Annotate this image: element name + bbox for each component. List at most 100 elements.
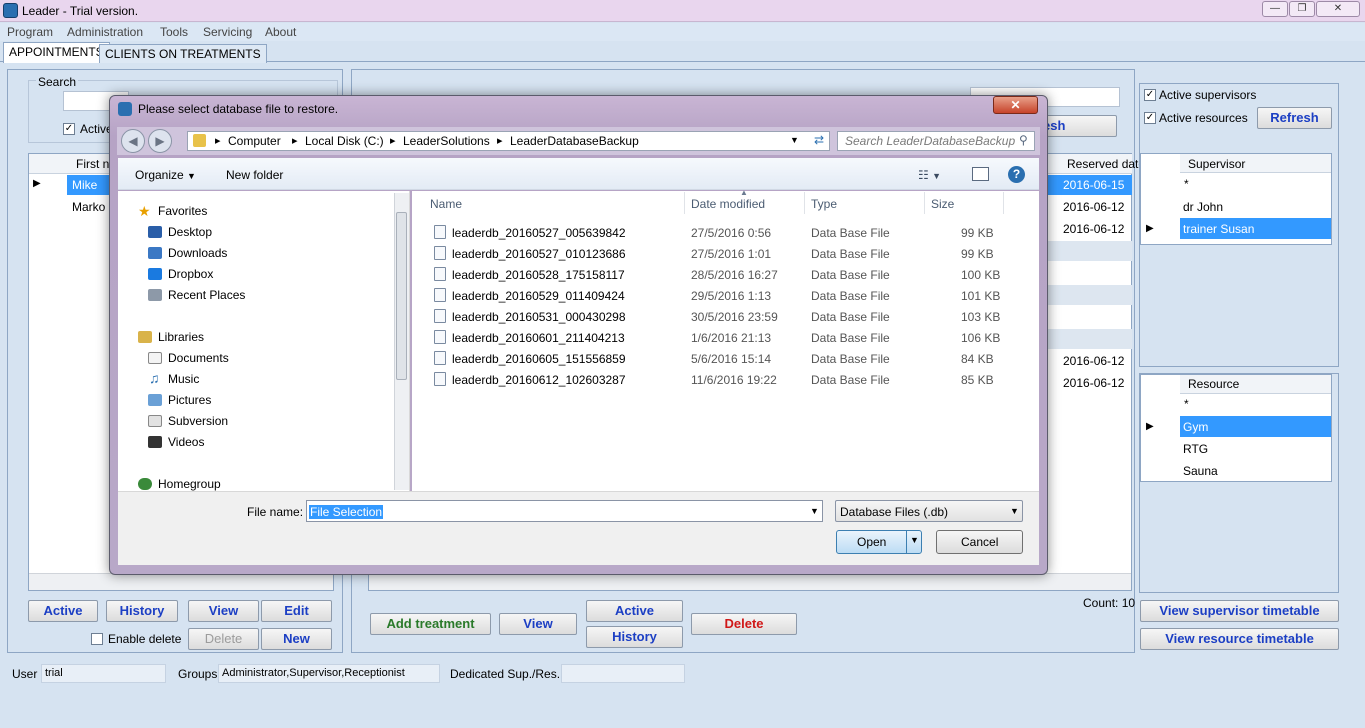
forward-button[interactable]: ▶ bbox=[148, 129, 172, 153]
column-supervisor[interactable]: Supervisor bbox=[1188, 157, 1245, 171]
nav-videos[interactable]: Videos bbox=[168, 435, 204, 449]
reserved-date[interactable]: 2016-06-15 bbox=[1063, 178, 1124, 192]
breadcrumb-leadersolutions[interactable]: LeaderSolutions bbox=[403, 134, 490, 148]
reserved-date[interactable]: 2016-06-12 bbox=[1063, 376, 1124, 390]
new-folder-button[interactable]: New folder bbox=[226, 168, 283, 182]
file-type[interactable]: Data Base File bbox=[811, 226, 890, 240]
file-name-value[interactable]: File Selection bbox=[309, 505, 384, 519]
address-bar[interactable] bbox=[187, 131, 830, 151]
view-supervisor-timetable-button[interactable]: View supervisor timetable bbox=[1140, 600, 1339, 622]
file-date-modified[interactable]: 28/5/2016 16:27 bbox=[691, 268, 778, 282]
column-resource[interactable]: Resource bbox=[1188, 377, 1239, 391]
file-type[interactable]: Data Base File bbox=[811, 310, 890, 324]
nav-music[interactable]: Music bbox=[168, 372, 199, 386]
address-dropdown-icon[interactable]: ▼ bbox=[790, 135, 799, 145]
tab-clients-on-treatments[interactable]: CLIENTS ON TREATMENTS bbox=[99, 44, 267, 63]
file-date-modified[interactable]: 27/5/2016 1:01 bbox=[691, 247, 771, 261]
client-new-button[interactable]: New bbox=[261, 628, 332, 650]
horizontal-scrollbar[interactable] bbox=[29, 573, 333, 590]
nav-libraries[interactable]: Libraries bbox=[158, 330, 204, 344]
resource-item[interactable]: Gym bbox=[1183, 420, 1208, 434]
file-date-modified[interactable]: 1/6/2016 21:13 bbox=[691, 331, 771, 345]
supervisor-item[interactable]: dr John bbox=[1183, 200, 1223, 214]
active-resources-checkbox[interactable]: ✓ bbox=[1144, 112, 1156, 124]
file-date-modified[interactable]: 11/6/2016 19:22 bbox=[691, 373, 777, 387]
file-size[interactable]: 84 KB bbox=[961, 352, 994, 366]
file-date-modified[interactable]: 30/5/2016 23:59 bbox=[691, 310, 778, 324]
client-view-button[interactable]: View bbox=[188, 600, 259, 622]
nav-downloads[interactable]: Downloads bbox=[168, 246, 227, 260]
file-date-modified[interactable]: 29/5/2016 1:13 bbox=[691, 289, 771, 303]
file-type-dropdown-icon[interactable]: ▼ bbox=[1010, 506, 1019, 516]
organize-button[interactable]: Organize ▼ bbox=[135, 168, 196, 182]
preview-pane-icon[interactable] bbox=[972, 167, 989, 181]
table-row[interactable] bbox=[1048, 329, 1132, 349]
file-name[interactable]: leaderdb_20160601_211404213 bbox=[452, 331, 625, 345]
table-row[interactable] bbox=[1048, 241, 1132, 261]
nav-desktop[interactable]: Desktop bbox=[168, 225, 212, 239]
resource-item[interactable]: Sauna bbox=[1183, 464, 1218, 478]
file-name[interactable]: leaderdb_20160529_011409424 bbox=[452, 289, 625, 303]
file-type[interactable]: Data Base File bbox=[811, 352, 890, 366]
view-resource-timetable-button[interactable]: View resource timetable bbox=[1140, 628, 1339, 650]
nav-pictures[interactable]: Pictures bbox=[168, 393, 211, 407]
file-type[interactable]: Data Base File bbox=[811, 331, 890, 345]
breadcrumb-leaderdatabasebackup[interactable]: LeaderDatabaseBackup bbox=[510, 134, 639, 148]
reserved-date[interactable]: 2016-06-12 bbox=[1063, 354, 1124, 368]
file-size[interactable]: 106 KB bbox=[961, 331, 1000, 345]
file-size[interactable]: 103 KB bbox=[961, 310, 1000, 324]
search-icon[interactable]: ⚲ bbox=[1019, 133, 1028, 147]
menu-tools[interactable]: Tools bbox=[160, 25, 188, 39]
help-icon[interactable]: ? bbox=[1008, 166, 1025, 183]
file-type[interactable]: Data Base File bbox=[811, 247, 890, 261]
close-button[interactable]: ✕ bbox=[1316, 1, 1360, 17]
active-supervisors-checkbox[interactable]: ✓ bbox=[1144, 89, 1156, 101]
client-name[interactable]: Mike bbox=[72, 178, 97, 192]
file-type[interactable]: Data Base File bbox=[811, 289, 890, 303]
file-size[interactable]: 101 KB bbox=[961, 289, 1000, 303]
file-name[interactable]: leaderdb_20160527_005639842 bbox=[452, 226, 626, 240]
resource-item[interactable]: RTG bbox=[1183, 442, 1208, 456]
back-button[interactable]: ◀ bbox=[121, 129, 145, 153]
nav-scrollbar-thumb[interactable] bbox=[396, 212, 407, 380]
menu-servicing[interactable]: Servicing bbox=[203, 25, 252, 39]
file-type[interactable]: Data Base File bbox=[811, 373, 890, 387]
file-name[interactable]: leaderdb_20160605_151556859 bbox=[452, 352, 626, 366]
file-name[interactable]: leaderdb_20160612_102603287 bbox=[452, 373, 626, 387]
open-dropdown-icon[interactable]: ▼ bbox=[910, 535, 919, 545]
client-edit-button[interactable]: Edit bbox=[261, 600, 332, 622]
file-name-input[interactable] bbox=[306, 500, 823, 522]
dialog-close-button[interactable]: ✕ bbox=[993, 96, 1038, 114]
file-name[interactable]: leaderdb_20160528_175158117 bbox=[452, 268, 625, 282]
file-size[interactable]: 99 KB bbox=[961, 226, 994, 240]
file-type[interactable]: Data Base File bbox=[811, 268, 890, 282]
nav-documents[interactable]: Documents bbox=[168, 351, 229, 365]
reserved-date[interactable]: 2016-06-12 bbox=[1063, 222, 1124, 236]
treatment-view-button[interactable]: View bbox=[499, 613, 577, 635]
maximize-button[interactable]: ❐ bbox=[1289, 1, 1315, 17]
enable-delete-checkbox[interactable] bbox=[91, 633, 103, 645]
minimize-button[interactable]: — bbox=[1262, 1, 1288, 17]
refresh-button[interactable]: Refresh bbox=[1257, 107, 1332, 129]
resource-item[interactable]: * bbox=[1184, 397, 1189, 411]
file-size[interactable]: 85 KB bbox=[961, 373, 994, 387]
treatment-active-button[interactable]: Active bbox=[586, 600, 683, 622]
column-type[interactable]: Type bbox=[811, 197, 837, 211]
nav-homegroup[interactable]: Homegroup bbox=[158, 477, 221, 491]
tab-appointments[interactable]: APPOINTMENTS bbox=[3, 42, 110, 63]
client-history-button[interactable]: History bbox=[106, 600, 178, 622]
supervisor-item[interactable]: trainer Susan bbox=[1183, 222, 1254, 236]
add-treatment-button[interactable]: Add treatment bbox=[370, 613, 491, 635]
file-name-dropdown-icon[interactable]: ▼ bbox=[810, 506, 819, 516]
active-checkbox[interactable]: ✓ bbox=[63, 123, 75, 135]
file-size[interactable]: 100 KB bbox=[961, 268, 1000, 282]
breadcrumb-computer[interactable]: Computer bbox=[228, 134, 281, 148]
client-name[interactable]: Marko bbox=[72, 200, 105, 214]
breadcrumb-local-disk[interactable]: Local Disk (C:) bbox=[305, 134, 384, 148]
file-date-modified[interactable]: 27/5/2016 0:56 bbox=[691, 226, 771, 240]
view-options-icon[interactable]: ☷ ▼ bbox=[918, 168, 941, 182]
file-size[interactable]: 99 KB bbox=[961, 247, 994, 261]
column-name[interactable]: Name bbox=[430, 197, 462, 211]
file-date-modified[interactable]: 5/6/2016 15:14 bbox=[691, 352, 771, 366]
client-active-button[interactable]: Active bbox=[28, 600, 98, 622]
